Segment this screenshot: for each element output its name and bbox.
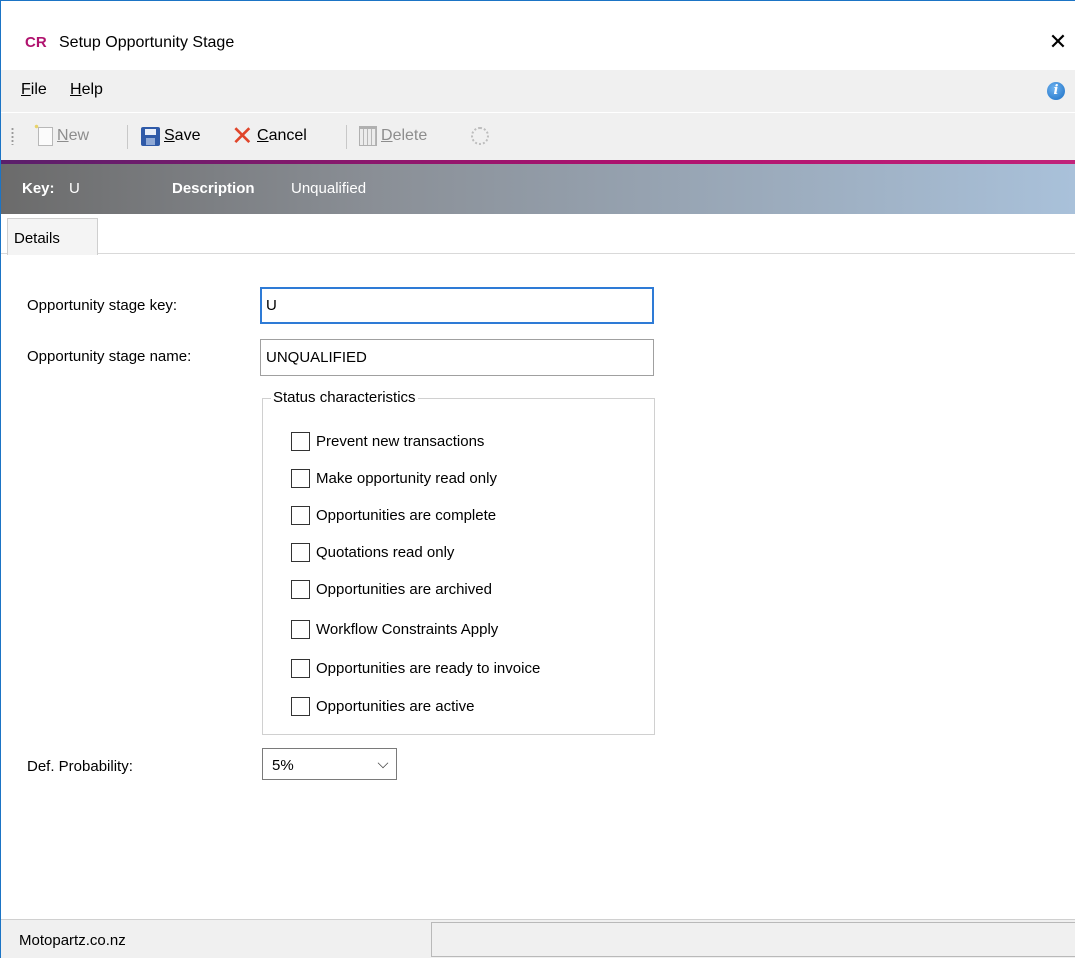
cancel-button[interactable]: ✕ Cancel xyxy=(231,121,307,151)
checkbox-label: Opportunities are archived xyxy=(316,580,492,598)
floppy-disk-icon xyxy=(141,126,160,146)
trash-icon xyxy=(359,126,377,146)
toolbar-grip[interactable] xyxy=(11,127,14,145)
tab-strip: Details xyxy=(1,214,1075,255)
busy-indicator xyxy=(471,123,489,149)
spinner-icon xyxy=(471,127,489,145)
cancel-x-icon: ✕ xyxy=(231,121,254,151)
info-icon[interactable]: i xyxy=(1047,82,1065,100)
stage-name-input[interactable]: UNQUALIFIED xyxy=(260,339,654,376)
new-button[interactable]: New xyxy=(33,122,89,149)
checkbox-label: Quotations read only xyxy=(316,543,455,561)
checkbox-box[interactable] xyxy=(291,696,310,716)
checkbox-box[interactable] xyxy=(291,468,310,488)
new-document-icon xyxy=(33,122,53,146)
status-company: Motopartz.co.nz xyxy=(19,932,126,949)
checkbox-box[interactable] xyxy=(291,505,310,525)
checkbox-label: Make opportunity read only xyxy=(316,469,497,487)
checkbox-label: Opportunities are ready to invoice xyxy=(316,659,541,677)
checkbox-box[interactable] xyxy=(291,658,310,678)
chevron-down-icon xyxy=(377,757,389,769)
menu-file[interactable]: File xyxy=(21,81,47,99)
probability-label: Def. Probability: xyxy=(27,758,133,775)
save-button[interactable]: Save xyxy=(141,123,200,149)
toolbar-separator xyxy=(346,125,347,149)
status-characteristics-title: Status characteristics xyxy=(271,389,418,406)
close-icon: ✕ xyxy=(1048,29,1068,54)
status-bar: Motopartz.co.nz xyxy=(1,919,1075,958)
checkbox-opportunities-are-active[interactable]: Opportunities are active xyxy=(291,694,474,718)
probability-value: 5% xyxy=(272,757,294,774)
checkbox-quotations-read-only[interactable]: Quotations read only xyxy=(291,540,454,564)
key-label: Key: xyxy=(22,180,55,197)
description-label: Description xyxy=(172,180,255,197)
window-title: Setup Opportunity Stage xyxy=(59,34,235,51)
checkbox-label: Prevent new transactions xyxy=(316,432,485,450)
toolbar-separator xyxy=(127,125,128,149)
description-value: Unqualified xyxy=(291,180,367,197)
checkbox-prevent-new-transactions[interactable]: Prevent new transactions xyxy=(291,429,484,453)
status-characteristics-group: Status characteristics Prevent new trans… xyxy=(262,389,655,735)
probability-select[interactable]: 5% xyxy=(262,748,397,780)
menu-help[interactable]: Help xyxy=(70,81,103,99)
stage-key-input[interactable]: U xyxy=(260,287,654,324)
checkbox-label: Opportunities are complete xyxy=(316,506,497,524)
tab-details[interactable]: Details xyxy=(7,218,98,255)
title-bar: CR Setup Opportunity Stage ✕ xyxy=(1,1,1075,69)
record-header: Key: U Description Unqualified xyxy=(1,164,1075,214)
checkbox-opportunities-ready-to-invoice[interactable]: Opportunities are ready to invoice xyxy=(291,656,540,680)
toolbar: New Save ✕ Cancel Delete xyxy=(1,113,1075,160)
app-logo: CR xyxy=(25,34,47,51)
checkbox-box[interactable] xyxy=(291,431,310,451)
close-button[interactable]: ✕ xyxy=(1041,25,1075,59)
checkbox-opportunities-are-archived[interactable]: Opportunities are archived xyxy=(291,577,492,601)
stage-name-label: Opportunity stage name: xyxy=(27,348,192,365)
checkbox-box[interactable] xyxy=(291,619,310,639)
checkbox-box[interactable] xyxy=(291,579,310,599)
checkbox-label: Workflow Constraints Apply xyxy=(316,620,499,638)
checkbox-label: Opportunities are active xyxy=(316,697,475,715)
key-value: U xyxy=(69,180,80,197)
delete-button[interactable]: Delete xyxy=(359,123,427,149)
menu-bar: File Help i xyxy=(1,70,1075,112)
status-panel xyxy=(431,922,1075,957)
checkbox-make-opportunity-read-only[interactable]: Make opportunity read only xyxy=(291,466,497,490)
checkbox-workflow-constraints-apply[interactable]: Workflow Constraints Apply xyxy=(291,617,498,641)
setup-opportunity-stage-window: CR Setup Opportunity Stage ✕ File Help i… xyxy=(0,0,1075,958)
checkbox-box[interactable] xyxy=(291,542,310,562)
stage-key-label: Opportunity stage key: xyxy=(27,297,178,314)
checkbox-opportunities-are-complete[interactable]: Opportunities are complete xyxy=(291,503,496,527)
